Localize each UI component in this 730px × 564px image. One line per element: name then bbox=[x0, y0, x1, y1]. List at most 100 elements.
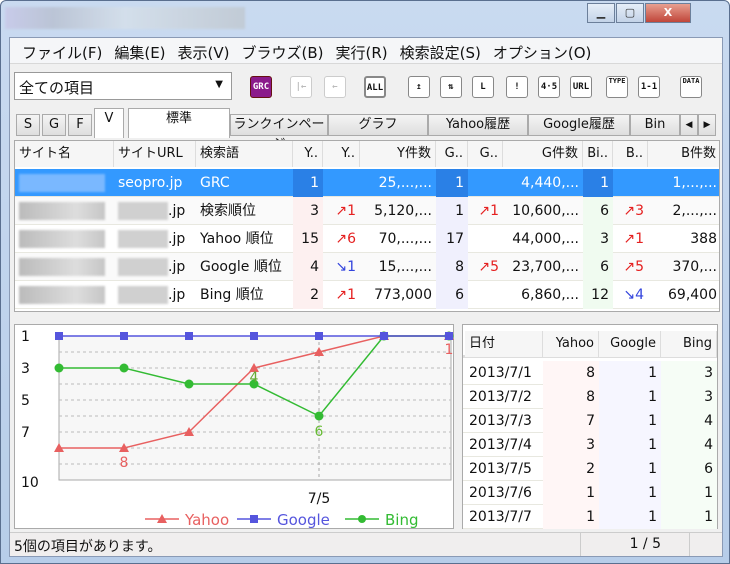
cell-g: 1 bbox=[436, 197, 468, 225]
menu-options[interactable]: オプション(O) bbox=[489, 38, 600, 63]
cell-text: ↗1 bbox=[335, 287, 356, 303]
toolbar-one-one-button[interactable]: 1-1 bbox=[638, 76, 660, 98]
table-row[interactable]: .jp Google 順位 4 ↘1 15,...,... 8 ↗5 23,700,... 6 ↗… bbox=[15, 253, 719, 281]
table-row[interactable]: .jp 検索順位 3 ↗1 5,120,... 1 ↗1 10,600,... 6 ↗3 2,...… bbox=[15, 197, 719, 225]
history-column-header[interactable]: Google bbox=[599, 331, 661, 357]
minimize-button[interactable]: ▁ bbox=[587, 3, 615, 23]
cell-y: 3 bbox=[293, 197, 323, 225]
page-indicator: 1 / 5 bbox=[580, 533, 690, 556]
menu-edit[interactable]: 編集(E) bbox=[110, 38, 173, 63]
cell-text: 370,... bbox=[672, 259, 717, 275]
history-row[interactable]: 2013/7/5 2 1 6 bbox=[463, 457, 717, 481]
toolbar-back-button[interactable]: ← bbox=[324, 76, 346, 98]
tab-scroll-left-icon[interactable]: ◀ bbox=[680, 114, 698, 136]
column-header[interactable]: Y件数 bbox=[360, 141, 436, 167]
cell-site-name bbox=[15, 281, 114, 309]
cell-yn: 5,120,... bbox=[360, 197, 436, 225]
cell-y: 15 bbox=[293, 225, 323, 253]
toolbar-l-button[interactable]: L bbox=[472, 76, 494, 98]
menu-view[interactable]: 表示(V) bbox=[174, 38, 238, 63]
menu-file[interactable]: ファイル(F) bbox=[18, 38, 110, 63]
cell-text: 6,860,... bbox=[521, 287, 579, 303]
column-header[interactable]: B.. bbox=[613, 141, 648, 167]
cell-text: 3 bbox=[310, 203, 319, 219]
history-cell: 7 bbox=[543, 409, 599, 433]
menu-search-settings[interactable]: 検索設定(S) bbox=[396, 38, 489, 63]
tab-1[interactable]: ランクインページ bbox=[230, 114, 328, 152]
history-column-header[interactable]: 日付 bbox=[465, 331, 543, 357]
column-header[interactable]: G.. bbox=[436, 141, 468, 167]
side-tab-g[interactable]: G bbox=[42, 114, 66, 136]
cell-y: 1 bbox=[293, 169, 323, 197]
side-tab-v[interactable]: V bbox=[94, 108, 124, 138]
cell-text: ↗5 bbox=[623, 259, 644, 275]
toolbar-four-five-button[interactable]: 4·5 bbox=[538, 76, 560, 98]
history-row[interactable]: 2013/7/4 3 1 4 bbox=[463, 433, 717, 457]
cell-text: 25,...,... bbox=[378, 175, 432, 191]
cell-bn: 388 bbox=[648, 225, 719, 253]
tab-3[interactable]: Yahoo履歴 bbox=[428, 114, 528, 136]
table-row[interactable]: seopro.jp GRC 1 25,...,... 1 4,440,... 1 1,...,… bbox=[15, 169, 719, 197]
table-row[interactable]: .jp Yahoo 順位 15 ↗6 70,...,... 17 44,000,... 3 ↗1… bbox=[15, 225, 719, 253]
history-column-header[interactable]: Yahoo bbox=[543, 331, 599, 357]
toolbar-grc-button[interactable]: GRC bbox=[250, 76, 272, 98]
tab-scroll-right-icon[interactable]: ▶ bbox=[698, 114, 716, 136]
history-cell: 4 bbox=[661, 409, 717, 433]
toolbar-all-button[interactable]: ALL bbox=[364, 76, 386, 98]
app-window: ▁ ▢ X ファイル(F) 編集(E) 表示(V) ブラウズ(B) 実行(R) … bbox=[0, 0, 730, 564]
history-cell: 3 bbox=[661, 385, 717, 409]
history-row[interactable]: 2013/7/7 1 1 1 bbox=[463, 505, 717, 529]
column-header[interactable]: Bi.. bbox=[583, 141, 613, 167]
cell-site-name bbox=[15, 197, 114, 225]
cell-text: 773,000 bbox=[374, 287, 432, 303]
google-point bbox=[380, 332, 388, 340]
history-header: 日付 Yahoo Google Bing bbox=[463, 331, 717, 358]
history-cell: 8 bbox=[543, 361, 599, 385]
toolbar-up-button[interactable]: ↥ bbox=[408, 76, 430, 98]
cell-y: 2 bbox=[293, 281, 323, 309]
toolbar-exclaim-button[interactable]: ! bbox=[506, 76, 528, 98]
history-row[interactable]: 2013/7/6 1 1 1 bbox=[463, 481, 717, 505]
cell-text: 23,700,... bbox=[512, 259, 579, 275]
tab-4[interactable]: Google履歴 bbox=[528, 114, 630, 136]
filter-dropdown[interactable]: 全ての項目 ▼ bbox=[14, 72, 232, 100]
cell-text: ↗1 bbox=[623, 231, 644, 247]
toolbar-first-button[interactable]: |← bbox=[290, 76, 312, 98]
column-header[interactable]: サイトURL bbox=[114, 141, 196, 167]
column-header[interactable]: 検索語 bbox=[196, 141, 293, 167]
tab-2[interactable]: グラフ bbox=[328, 114, 428, 136]
history-column-header[interactable]: Bing bbox=[661, 331, 717, 357]
side-tab-f[interactable]: F bbox=[68, 114, 92, 136]
history-row[interactable]: 2013/7/1 8 1 3 bbox=[463, 361, 717, 385]
side-tab-s[interactable]: S bbox=[16, 114, 40, 136]
column-header[interactable]: G.. bbox=[468, 141, 503, 167]
history-row[interactable]: 2013/7/3 7 1 4 bbox=[463, 409, 717, 433]
status-bar: 5個の項目があります。 1 / 5 bbox=[10, 532, 722, 556]
toolbar-url-button[interactable]: URL bbox=[570, 76, 592, 98]
table-row[interactable]: .jp Bing 順位 2 ↗1 773,000 6 6,860,... 12 ↘4 69,400 bbox=[15, 281, 719, 309]
column-header[interactable]: Y.. bbox=[293, 141, 323, 167]
column-header[interactable]: サイト名 bbox=[15, 141, 114, 167]
tab-5[interactable]: Bin bbox=[630, 114, 680, 136]
tab-0[interactable]: 標準 bbox=[128, 108, 230, 138]
maximize-button[interactable]: ▢ bbox=[616, 3, 644, 23]
toolbar-type-button[interactable]: TYPE bbox=[606, 76, 628, 98]
cell-gn: 23,700,... bbox=[503, 253, 583, 281]
menu-run[interactable]: 実行(R) bbox=[332, 38, 396, 63]
history-row[interactable]: 2013/7/2 8 1 3 bbox=[463, 385, 717, 409]
google-point bbox=[315, 332, 323, 340]
column-header[interactable]: B件数 bbox=[648, 141, 719, 167]
cell-text: 1 bbox=[310, 175, 319, 191]
column-header[interactable]: G件数 bbox=[503, 141, 583, 167]
history-cell: 2013/7/2 bbox=[469, 389, 532, 405]
toolbar-data-button[interactable]: DATA bbox=[680, 76, 702, 98]
menu-browse[interactable]: ブラウズ(B) bbox=[238, 38, 332, 63]
cell-gc bbox=[468, 281, 503, 309]
y-tick-label: 3 bbox=[21, 361, 30, 377]
legend-bing: Bing bbox=[345, 511, 419, 529]
close-button[interactable]: X bbox=[645, 3, 691, 23]
history-cell: 1 bbox=[599, 505, 661, 529]
toolbar-updown-button[interactable]: ⇅ bbox=[440, 76, 462, 98]
column-header[interactable]: Y.. bbox=[323, 141, 360, 167]
tab-bar: SGFV標準ランクインページグラフYahoo履歴Google履歴Bin◀▶ bbox=[10, 108, 722, 152]
